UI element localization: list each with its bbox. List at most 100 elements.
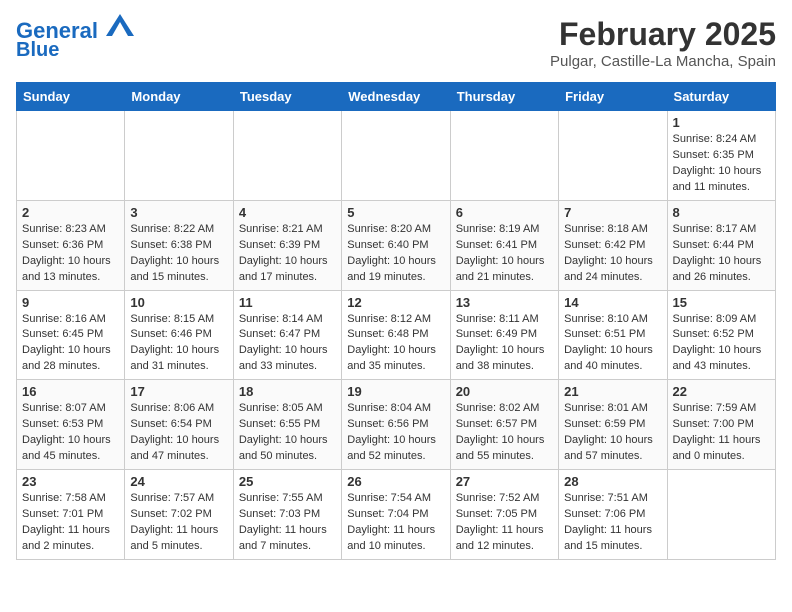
day-number: 5 [347, 205, 444, 220]
calendar-cell: 1 Sunrise: 8:24 AM Sunset: 6:35 PM Daylig… [667, 111, 775, 201]
calendar-header-row: SundayMondayTuesdayWednesdayThursdayFrid… [17, 83, 776, 111]
weekday-header: Tuesday [233, 83, 341, 111]
day-number: 17 [130, 384, 227, 399]
weekday-header: Thursday [450, 83, 558, 111]
day-info: Sunrise: 8:22 AM Sunset: 6:38 PM Dayligh… [130, 222, 227, 286]
day-info: Sunrise: 7:57 AM Sunset: 7:02 PM Dayligh… [130, 491, 227, 555]
day-number: 24 [130, 474, 227, 489]
day-info: Sunrise: 7:52 AM Sunset: 7:05 PM Dayligh… [456, 491, 553, 555]
calendar-cell: 8 Sunrise: 8:17 AM Sunset: 6:44 PM Daylig… [667, 200, 775, 290]
calendar-cell: 23 Sunrise: 7:58 AM Sunset: 7:01 PM Dayli… [17, 470, 125, 560]
calendar-cell: 24 Sunrise: 7:57 AM Sunset: 7:02 PM Dayli… [125, 470, 233, 560]
day-number: 8 [673, 205, 770, 220]
day-info: Sunrise: 8:16 AM Sunset: 6:45 PM Dayligh… [22, 312, 119, 376]
day-number: 18 [239, 384, 336, 399]
day-number: 23 [22, 474, 119, 489]
day-info: Sunrise: 8:12 AM Sunset: 6:48 PM Dayligh… [347, 312, 444, 376]
day-info: Sunrise: 7:58 AM Sunset: 7:01 PM Dayligh… [22, 491, 119, 555]
day-info: Sunrise: 8:11 AM Sunset: 6:49 PM Dayligh… [456, 312, 553, 376]
calendar-table: SundayMondayTuesdayWednesdayThursdayFrid… [16, 82, 776, 560]
calendar-cell [559, 111, 667, 201]
weekday-header: Monday [125, 83, 233, 111]
day-number: 16 [22, 384, 119, 399]
calendar-week-row: 2 Sunrise: 8:23 AM Sunset: 6:36 PM Daylig… [17, 200, 776, 290]
day-number: 22 [673, 384, 770, 399]
day-number: 14 [564, 295, 661, 310]
day-info: Sunrise: 8:07 AM Sunset: 6:53 PM Dayligh… [22, 401, 119, 465]
weekday-header: Friday [559, 83, 667, 111]
calendar-cell: 3 Sunrise: 8:22 AM Sunset: 6:38 PM Daylig… [125, 200, 233, 290]
day-number: 25 [239, 474, 336, 489]
day-number: 28 [564, 474, 661, 489]
day-number: 27 [456, 474, 553, 489]
day-info: Sunrise: 8:09 AM Sunset: 6:52 PM Dayligh… [673, 312, 770, 376]
day-number: 3 [130, 205, 227, 220]
calendar-cell: 10 Sunrise: 8:15 AM Sunset: 6:46 PM Dayli… [125, 290, 233, 380]
day-number: 19 [347, 384, 444, 399]
calendar-cell: 14Sunrise: 8:10 AM Sunset: 6:51 PM Dayli… [559, 290, 667, 380]
calendar-cell: 25 Sunrise: 7:55 AM Sunset: 7:03 PM Dayli… [233, 470, 341, 560]
day-info: Sunrise: 8:17 AM Sunset: 6:44 PM Dayligh… [673, 222, 770, 286]
day-info: Sunrise: 8:23 AM Sunset: 6:36 PM Dayligh… [22, 222, 119, 286]
calendar-cell [17, 111, 125, 201]
day-number: 11 [239, 295, 336, 310]
calendar-cell: 13 Sunrise: 8:11 AM Sunset: 6:49 PM Dayli… [450, 290, 558, 380]
calendar-cell: 20 Sunrise: 8:02 AM Sunset: 6:57 PM Dayli… [450, 380, 558, 470]
day-info: Sunrise: 8:02 AM Sunset: 6:57 PM Dayligh… [456, 401, 553, 465]
calendar-cell: 9 Sunrise: 8:16 AM Sunset: 6:45 PM Daylig… [17, 290, 125, 380]
calendar-cell: 26Sunrise: 7:54 AM Sunset: 7:04 PM Dayli… [342, 470, 450, 560]
calendar-cell: 18 Sunrise: 8:05 AM Sunset: 6:55 PM Dayli… [233, 380, 341, 470]
day-number: 15 [673, 295, 770, 310]
calendar-cell [233, 111, 341, 201]
day-number: 20 [456, 384, 553, 399]
day-info: Sunrise: 8:14 AM Sunset: 6:47 PM Dayligh… [239, 312, 336, 376]
calendar-cell [342, 111, 450, 201]
calendar-cell [667, 470, 775, 560]
weekday-header: Saturday [667, 83, 775, 111]
location-title: Pulgar, Castille-La Mancha, Spain [550, 53, 776, 70]
calendar-cell: 4Sunrise: 8:21 AM Sunset: 6:39 PM Daylig… [233, 200, 341, 290]
calendar-cell: 28 Sunrise: 7:51 AM Sunset: 7:06 PM Dayli… [559, 470, 667, 560]
day-number: 2 [22, 205, 119, 220]
calendar-week-row: 1 Sunrise: 8:24 AM Sunset: 6:35 PM Daylig… [17, 111, 776, 201]
day-info: Sunrise: 8:15 AM Sunset: 6:46 PM Dayligh… [130, 312, 227, 376]
day-number: 21 [564, 384, 661, 399]
day-info: Sunrise: 8:19 AM Sunset: 6:41 PM Dayligh… [456, 222, 553, 286]
day-number: 6 [456, 205, 553, 220]
day-number: 13 [456, 295, 553, 310]
day-info: Sunrise: 7:54 AM Sunset: 7:04 PM Dayligh… [347, 491, 444, 555]
calendar-cell: 21 Sunrise: 8:01 AM Sunset: 6:59 PM Dayli… [559, 380, 667, 470]
calendar-cell: 27 Sunrise: 7:52 AM Sunset: 7:05 PM Dayli… [450, 470, 558, 560]
calendar-cell [450, 111, 558, 201]
calendar-cell: 17 Sunrise: 8:06 AM Sunset: 6:54 PM Dayli… [125, 380, 233, 470]
logo-icon [106, 14, 134, 36]
day-info: Sunrise: 8:04 AM Sunset: 6:56 PM Dayligh… [347, 401, 444, 465]
weekday-header: Wednesday [342, 83, 450, 111]
calendar-week-row: 16 Sunrise: 8:07 AM Sunset: 6:53 PM Dayli… [17, 380, 776, 470]
day-info: Sunrise: 8:24 AM Sunset: 6:35 PM Dayligh… [673, 132, 770, 196]
day-number: 1 [673, 115, 770, 130]
calendar-week-row: 9 Sunrise: 8:16 AM Sunset: 6:45 PM Daylig… [17, 290, 776, 380]
day-number: 7 [564, 205, 661, 220]
calendar-cell: 22 Sunrise: 7:59 AM Sunset: 7:00 PM Dayli… [667, 380, 775, 470]
day-info: Sunrise: 8:01 AM Sunset: 6:59 PM Dayligh… [564, 401, 661, 465]
day-info: Sunrise: 7:51 AM Sunset: 7:06 PM Dayligh… [564, 491, 661, 555]
calendar-week-row: 23 Sunrise: 7:58 AM Sunset: 7:01 PM Dayli… [17, 470, 776, 560]
calendar-cell [125, 111, 233, 201]
day-info: Sunrise: 7:59 AM Sunset: 7:00 PM Dayligh… [673, 401, 770, 465]
calendar-cell: 12Sunrise: 8:12 AM Sunset: 6:48 PM Dayli… [342, 290, 450, 380]
day-info: Sunrise: 8:18 AM Sunset: 6:42 PM Dayligh… [564, 222, 661, 286]
calendar-cell: 15 Sunrise: 8:09 AM Sunset: 6:52 PM Dayli… [667, 290, 775, 380]
day-info: Sunrise: 8:06 AM Sunset: 6:54 PM Dayligh… [130, 401, 227, 465]
calendar-cell: 5Sunrise: 8:20 AM Sunset: 6:40 PM Daylig… [342, 200, 450, 290]
weekday-header: Sunday [17, 83, 125, 111]
day-info: Sunrise: 8:05 AM Sunset: 6:55 PM Dayligh… [239, 401, 336, 465]
calendar-cell: 19 Sunrise: 8:04 AM Sunset: 6:56 PM Dayli… [342, 380, 450, 470]
day-number: 10 [130, 295, 227, 310]
calendar-cell: 7 Sunrise: 8:18 AM Sunset: 6:42 PM Daylig… [559, 200, 667, 290]
month-title: February 2025 [550, 16, 776, 53]
calendar-cell: 6 Sunrise: 8:19 AM Sunset: 6:41 PM Daylig… [450, 200, 558, 290]
day-info: Sunrise: 7:55 AM Sunset: 7:03 PM Dayligh… [239, 491, 336, 555]
day-number: 9 [22, 295, 119, 310]
day-number: 4 [239, 205, 336, 220]
